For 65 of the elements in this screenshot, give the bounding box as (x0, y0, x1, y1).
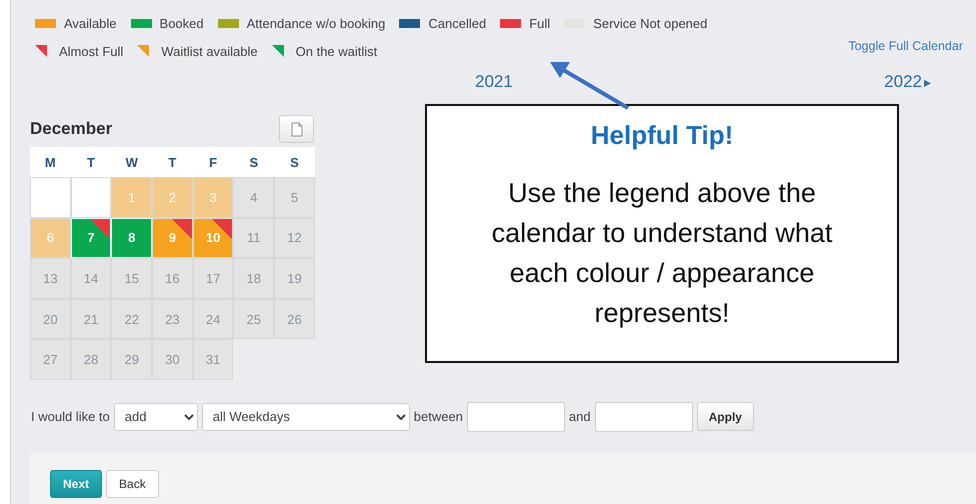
day-cell[interactable]: 1 (111, 177, 152, 218)
day-cell[interactable]: 17 (192, 258, 234, 299)
legend-label: Cancelled (428, 16, 486, 30)
day-cell[interactable]: 30 (152, 339, 193, 380)
legend-label: Waitlist available (161, 44, 258, 58)
day-cell[interactable]: 22 (111, 298, 152, 340)
weekday-header: S (233, 147, 274, 177)
day-cell[interactable]: 5 (274, 177, 315, 218)
weekday-header: T (152, 147, 193, 177)
form-label: I would like to (31, 409, 110, 424)
legend-label: Booked (160, 16, 204, 30)
toggle-calendar-link[interactable]: Toggle Full Calendar (848, 39, 963, 60)
day-cell[interactable]: 19 (274, 258, 315, 299)
day-cell[interactable]: 13 (30, 258, 71, 299)
weekday-header: M (30, 147, 71, 177)
day-cell[interactable]: 3 (192, 177, 234, 218)
day-cell[interactable]: 6 (30, 218, 71, 258)
day-cell[interactable]: 18 (233, 258, 274, 299)
day-cell[interactable]: 7 (70, 218, 112, 258)
next-button[interactable]: Next (50, 470, 102, 498)
legend-label: Almost Full (59, 44, 124, 58)
day-cell[interactable]: 2 (152, 177, 193, 218)
day-cell[interactable]: 20 (30, 298, 71, 340)
action-select[interactable]: add (114, 402, 198, 431)
day-cell[interactable]: 27 (30, 339, 71, 380)
form-label: between (414, 409, 463, 424)
legend-label: Available (64, 16, 117, 30)
day-cell[interactable]: 21 (70, 298, 112, 340)
tip-title: Helpful Tip! (590, 120, 734, 151)
day-cell[interactable]: 25 (233, 298, 274, 340)
day-cell[interactable]: 31 (192, 339, 234, 380)
next-year-link[interactable]: 2022▸ (884, 72, 931, 92)
document-button[interactable] (279, 115, 314, 143)
day-cell[interactable]: 12 (274, 218, 315, 258)
days-select[interactable]: all Weekdays (202, 402, 410, 431)
weekday-header: W (111, 147, 152, 177)
tip-text: Use the legend above the calendar to understand what each colour / appearance represents! (490, 177, 834, 330)
legend-label: Attendance w/o booking (246, 16, 386, 30)
day-cell[interactable]: 11 (233, 218, 274, 258)
month-title: December (30, 119, 112, 139)
legend-label: On the waitlist (296, 44, 378, 58)
year-label: 2021 (475, 72, 513, 92)
day-cell[interactable]: 4 (233, 177, 274, 218)
back-button[interactable]: Back (106, 470, 159, 498)
document-icon (290, 122, 302, 136)
apply-button[interactable]: Apply (696, 402, 754, 432)
day-cell[interactable]: 14 (70, 258, 112, 299)
form-label: and (568, 409, 591, 424)
day-cell[interactable]: 8 (111, 218, 152, 258)
legend-label: Full (529, 16, 550, 30)
day-cell[interactable]: 29 (111, 339, 152, 380)
day-cell[interactable]: 26 (274, 298, 315, 340)
day-cell[interactable]: 16 (152, 258, 193, 299)
day-cell[interactable]: 28 (70, 339, 112, 380)
weekday-header: S (274, 147, 315, 177)
weekday-header: F (192, 147, 234, 177)
day-cell[interactable]: 23 (152, 298, 193, 340)
end-date-field[interactable] (594, 402, 693, 432)
day-cell[interactable]: 24 (192, 298, 234, 340)
legend-label: Service Not opened (593, 16, 708, 30)
day-cell[interactable]: 15 (111, 258, 152, 299)
weekday-header: T (70, 147, 112, 177)
day-cell[interactable]: 9 (152, 218, 193, 258)
day-cell[interactable]: 10 (192, 218, 234, 258)
start-date-field[interactable] (466, 402, 565, 432)
